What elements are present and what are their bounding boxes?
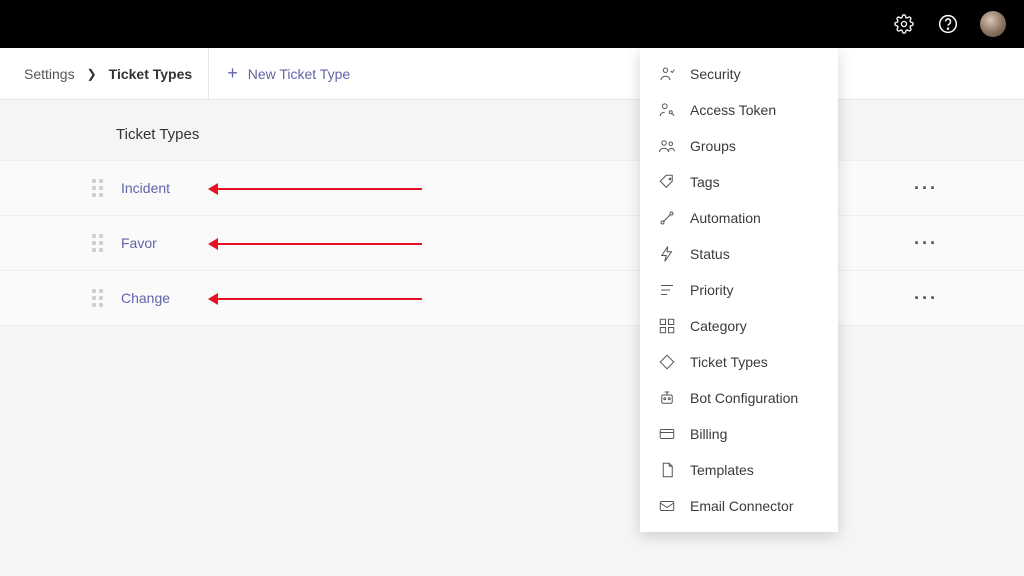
more-options-button[interactable]: ···: [914, 288, 938, 309]
menu-label: Billing: [690, 426, 727, 442]
breadcrumb-current: Ticket Types: [109, 66, 193, 82]
subheader: Settings ❯ Ticket Types + New Ticket Typ…: [0, 48, 1024, 100]
status-icon: [658, 245, 676, 263]
top-bar: [0, 0, 1024, 48]
menu-item-security[interactable]: Security: [640, 56, 838, 92]
more-options-button[interactable]: ···: [914, 178, 938, 199]
menu-item-priority[interactable]: Priority: [640, 272, 838, 308]
menu-label: Status: [690, 246, 730, 262]
key-icon: [658, 101, 676, 119]
menu-item-access-token[interactable]: Access Token: [640, 92, 838, 128]
menu-label: Automation: [690, 210, 761, 226]
list-header: Ticket Types: [0, 100, 1024, 161]
drag-handle-icon[interactable]: [92, 289, 103, 307]
menu-item-automation[interactable]: Automation: [640, 200, 838, 236]
content-area: Ticket Types Incident ··· Favor ··· Chan…: [0, 100, 1024, 326]
drag-handle-icon[interactable]: [92, 234, 103, 252]
annotation-arrow: [216, 298, 422, 300]
menu-item-status[interactable]: Status: [640, 236, 838, 272]
menu-label: Access Token: [690, 102, 776, 118]
bot-icon: [658, 389, 676, 407]
security-icon: [658, 65, 676, 83]
menu-label: Templates: [690, 462, 754, 478]
list-item[interactable]: Change ···: [0, 270, 1024, 326]
email-icon: [658, 497, 676, 515]
menu-label: Ticket Types: [690, 354, 768, 370]
settings-dropdown: Security Access Token Groups Tags Automa…: [640, 48, 838, 532]
menu-item-bot-configuration[interactable]: Bot Configuration: [640, 380, 838, 416]
new-button-label: New Ticket Type: [248, 66, 350, 82]
menu-item-category[interactable]: Category: [640, 308, 838, 344]
priority-icon: [658, 281, 676, 299]
menu-label: Bot Configuration: [690, 390, 798, 406]
menu-label: Category: [690, 318, 747, 334]
list-item[interactable]: Incident ···: [0, 160, 1024, 216]
category-icon: [658, 317, 676, 335]
drag-handle-icon[interactable]: [92, 179, 103, 197]
more-options-button[interactable]: ···: [914, 233, 938, 254]
tag-icon: [658, 173, 676, 191]
new-ticket-type-button[interactable]: + New Ticket Type: [209, 48, 368, 99]
annotation-arrow: [216, 188, 422, 190]
menu-label: Priority: [690, 282, 734, 298]
menu-item-tags[interactable]: Tags: [640, 164, 838, 200]
gear-icon[interactable]: [892, 12, 916, 36]
groups-icon: [658, 137, 676, 155]
template-icon: [658, 461, 676, 479]
ticket-type-name[interactable]: Change: [121, 290, 170, 306]
menu-item-billing[interactable]: Billing: [640, 416, 838, 452]
breadcrumb: Settings ❯ Ticket Types: [8, 48, 209, 99]
menu-item-ticket-types[interactable]: Ticket Types: [640, 344, 838, 380]
breadcrumb-root[interactable]: Settings: [24, 66, 75, 82]
avatar[interactable]: [980, 11, 1006, 37]
ticket-types-icon: [658, 353, 676, 371]
menu-item-groups[interactable]: Groups: [640, 128, 838, 164]
chevron-right-icon: ❯: [87, 67, 97, 81]
ticket-type-name[interactable]: Favor: [121, 235, 157, 251]
menu-label: Security: [690, 66, 741, 82]
menu-label: Tags: [690, 174, 720, 190]
menu-item-templates[interactable]: Templates: [640, 452, 838, 488]
list-item[interactable]: Favor ···: [0, 215, 1024, 271]
help-icon[interactable]: [936, 12, 960, 36]
billing-icon: [658, 425, 676, 443]
annotation-arrow: [216, 243, 422, 245]
menu-item-email-connector[interactable]: Email Connector: [640, 488, 838, 524]
plus-icon: +: [227, 63, 238, 84]
automation-icon: [658, 209, 676, 227]
ticket-type-name[interactable]: Incident: [121, 180, 170, 196]
menu-label: Groups: [690, 138, 736, 154]
menu-label: Email Connector: [690, 498, 794, 514]
